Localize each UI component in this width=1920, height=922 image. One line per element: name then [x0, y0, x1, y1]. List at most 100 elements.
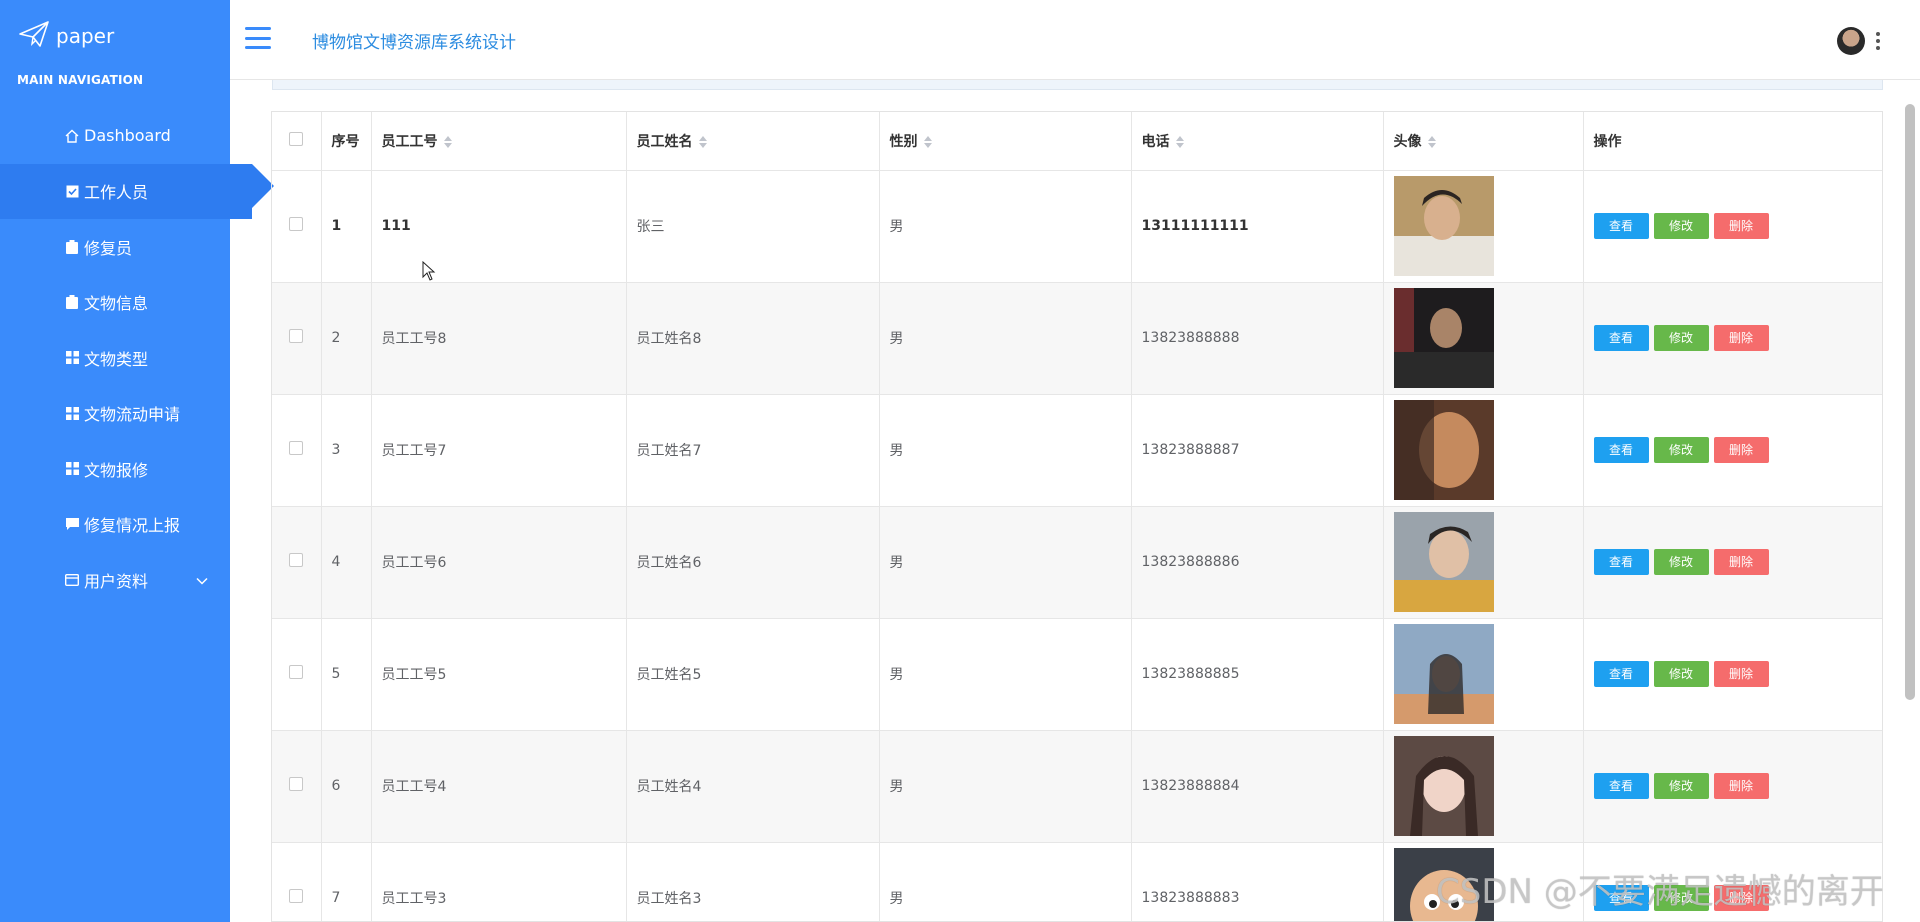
grid-icon — [64, 461, 80, 477]
cell-phone: 13111111111 — [1131, 170, 1384, 283]
edit-button[interactable]: 修改 — [1653, 549, 1709, 575]
cell-phone: 13823888883 — [1131, 842, 1384, 921]
column-header-actions: 操作 — [1583, 112, 1882, 171]
sidebar-item-relic-flow[interactable]: 文物流动申请 — [0, 386, 230, 442]
sort-icon[interactable] — [698, 135, 707, 148]
clipboard-icon — [64, 239, 80, 255]
column-header-id[interactable]: 员工工号 — [371, 112, 627, 171]
delete-button[interactable]: 删除 — [1713, 661, 1769, 687]
cell-id: 员工工号5 — [371, 618, 627, 731]
cell-id: 111 — [371, 170, 627, 283]
sidebar-item-repair-report[interactable]: 修复情况上报 — [0, 497, 230, 553]
view-button[interactable]: 查看 — [1593, 549, 1649, 575]
logo[interactable]: paper — [18, 20, 114, 52]
staff-table: 序号 员工工号 员工姓名 性别 电话 头像 操作 1 111 张三 男 1311… — [271, 111, 1883, 922]
cell-no: 7 — [321, 842, 372, 921]
cell-name: 员工姓名5 — [626, 618, 880, 731]
nav-section-title: MAIN NAVIGATION — [17, 73, 144, 87]
card-icon — [64, 572, 80, 588]
cell-gender: 男 — [879, 282, 1132, 395]
cell-phone: 13823888888 — [1131, 282, 1384, 395]
select-all-cell[interactable] — [272, 112, 322, 171]
cell-no: 3 — [321, 394, 372, 507]
cell-id: 员工工号6 — [371, 506, 627, 619]
delete-button[interactable]: 删除 — [1713, 325, 1769, 351]
sidebar-item-staff[interactable]: 工作人员 — [0, 163, 274, 219]
delete-button[interactable]: 删除 — [1713, 213, 1769, 239]
edit-button[interactable]: 修改 — [1653, 325, 1709, 351]
sort-icon[interactable] — [923, 135, 932, 148]
delete-button[interactable]: 删除 — [1713, 773, 1769, 799]
row-checkbox[interactable] — [289, 553, 304, 567]
sort-icon[interactable] — [443, 135, 452, 148]
sidebar-item-label: 修复员 — [84, 238, 133, 258]
view-button[interactable]: 查看 — [1593, 661, 1649, 687]
sidebar-item-label: 用户资料 — [84, 571, 149, 591]
row-checkbox[interactable] — [289, 441, 304, 455]
cell-no: 1 — [321, 170, 372, 283]
cell-name: 员工姓名3 — [626, 842, 880, 921]
sidebar-item-user-profile[interactable]: 用户资料 — [0, 552, 230, 608]
avatar-photo[interactable] — [1393, 288, 1494, 388]
cell-id: 员工工号7 — [371, 394, 627, 507]
sort-icon[interactable] — [1175, 135, 1184, 148]
cell-gender: 男 — [879, 506, 1132, 619]
view-button[interactable]: 查看 — [1593, 325, 1649, 351]
avatar-photo[interactable] — [1393, 400, 1494, 500]
sidebar-item-relic-info[interactable]: 文物信息 — [0, 275, 230, 331]
view-button[interactable]: 查看 — [1593, 437, 1649, 463]
sidebar-item-dashboard[interactable]: Dashboard — [0, 108, 230, 164]
cell-id: 员工工号3 — [371, 842, 627, 921]
menu-toggle-icon[interactable] — [245, 27, 271, 49]
select-all-checkbox[interactable] — [289, 131, 304, 146]
column-header-gender[interactable]: 性别 — [879, 112, 1132, 171]
column-header-phone[interactable]: 电话 — [1131, 112, 1384, 171]
edit-button[interactable]: 修改 — [1653, 213, 1709, 239]
more-vertical-icon[interactable] — [1876, 32, 1880, 50]
sidebar-item-restorer[interactable]: 修复员 — [0, 219, 230, 275]
avatar-photo[interactable] — [1393, 512, 1494, 612]
row-checkbox[interactable] — [289, 777, 304, 791]
sidebar-item-relic-type[interactable]: 文物类型 — [0, 330, 230, 386]
avatar-photo[interactable] — [1393, 736, 1494, 836]
vertical-scrollbar[interactable] — [1905, 104, 1915, 700]
edit-button[interactable]: 修改 — [1653, 437, 1709, 463]
column-header-name[interactable]: 员工姓名 — [626, 112, 880, 171]
delete-button[interactable]: 删除 — [1713, 549, 1769, 575]
table-header-row: 序号 员工工号 员工姓名 性别 电话 头像 操作 — [272, 112, 1882, 171]
cell-name: 员工姓名7 — [626, 394, 880, 507]
mouse-cursor-icon — [422, 260, 436, 285]
cell-gender: 男 — [879, 394, 1132, 507]
sort-icon[interactable] — [1427, 135, 1436, 148]
avatar-photo[interactable] — [1393, 176, 1494, 276]
sidebar-item-label: 文物信息 — [84, 294, 149, 314]
sidebar-item-label: 文物流动申请 — [84, 405, 181, 425]
row-checkbox[interactable] — [289, 889, 304, 903]
edit-button[interactable]: 修改 — [1653, 661, 1709, 687]
app-title: 博物馆文博资源库系统设计 — [312, 33, 516, 53]
cell-no: 4 — [321, 506, 372, 619]
avatar[interactable] — [1837, 27, 1865, 55]
cell-no: 5 — [321, 618, 372, 731]
row-checkbox[interactable] — [289, 665, 304, 679]
sidebar-item-label: 工作人员 — [84, 183, 149, 203]
column-header-avatar[interactable]: 头像 — [1383, 112, 1584, 171]
row-checkbox[interactable] — [289, 217, 304, 231]
delete-button[interactable]: 删除 — [1713, 437, 1769, 463]
sidebar-item-label: Dashboard — [84, 126, 171, 146]
cell-name: 员工姓名8 — [626, 282, 880, 395]
edit-button[interactable]: 修改 — [1653, 773, 1709, 799]
sidebar-item-relic-repair[interactable]: 文物报修 — [0, 441, 230, 497]
logo-text: paper — [56, 24, 115, 48]
table-row: 1 111 张三 男 13111111111 查看 修改 删除 — [272, 170, 1882, 283]
view-button[interactable]: 查看 — [1593, 213, 1649, 239]
row-checkbox[interactable] — [289, 329, 304, 343]
view-button[interactable]: 查看 — [1593, 773, 1649, 799]
cell-id: 员工工号4 — [371, 730, 627, 843]
avatar-photo[interactable] — [1393, 624, 1494, 724]
cell-no: 2 — [321, 282, 372, 395]
cell-phone: 13823888887 — [1131, 394, 1384, 507]
watermark: CSDN @不要满足遗憾的离开 — [1436, 872, 1884, 912]
cell-name: 张三 — [626, 170, 880, 283]
sidebar-item-label: 修复情况上报 — [84, 516, 181, 536]
